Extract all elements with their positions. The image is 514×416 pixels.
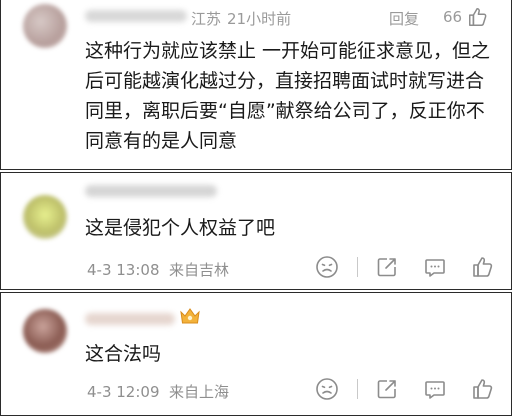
avatar[interactable]: [23, 309, 67, 353]
comments-screenshot: 江苏 21小时前 回复 66 这种行为就应该禁止 一开始可能征求意见，但之后可能…: [0, 0, 514, 416]
username-blurred[interactable]: [85, 185, 217, 197]
comment-date: 4-3 12:09: [87, 383, 160, 401]
avatar[interactable]: [23, 4, 67, 48]
user-region: 江苏: [191, 10, 222, 28]
thumbs-up-icon[interactable]: [471, 255, 495, 279]
divider: [357, 257, 358, 277]
reply-button[interactable]: 回复: [389, 8, 419, 29]
comment-location: 来自上海: [169, 383, 230, 401]
comment-card: 这合法吗 4-3 12:09 来自上海: [0, 292, 512, 416]
comment-meta: 4-3 13:08 来自吉林: [87, 259, 229, 280]
comment-date: 4-3 13:08: [87, 261, 160, 279]
thumbs-up-icon[interactable]: [471, 377, 495, 401]
share-icon[interactable]: [375, 255, 399, 279]
thumbs-up-icon[interactable]: [467, 6, 489, 28]
comment-location: 来自吉林: [169, 261, 230, 279]
username-blurred[interactable]: [85, 313, 175, 325]
comment-icon[interactable]: [423, 255, 447, 279]
comment-text: 这种行为就应该禁止 一开始可能征求意见，但之后可能越演化越过分，直接招聘面试时就…: [85, 40, 491, 152]
divider: [357, 379, 358, 399]
emoji-icon[interactable]: [315, 377, 339, 401]
comment-card: 江苏 21小时前 回复 66 这种行为就应该禁止 一开始可能征求意见，但之后可能…: [0, 0, 512, 170]
vip-badge-icon: [180, 308, 200, 324]
comment-icon[interactable]: [423, 377, 447, 401]
comment-time: 21小时前: [227, 10, 292, 28]
comment-text: 这合法吗: [85, 343, 162, 365]
share-icon[interactable]: [375, 377, 399, 401]
comment-text: 这是侵犯个人权益了吧: [85, 217, 276, 239]
username-blurred[interactable]: [85, 10, 187, 22]
like-count: 66: [443, 8, 463, 26]
avatar[interactable]: [23, 195, 67, 239]
comment-meta: 4-3 12:09 来自上海: [87, 381, 229, 402]
emoji-icon[interactable]: [315, 255, 339, 279]
comment-card: 这是侵犯个人权益了吧 4-3 13:08 来自吉林: [0, 172, 512, 290]
